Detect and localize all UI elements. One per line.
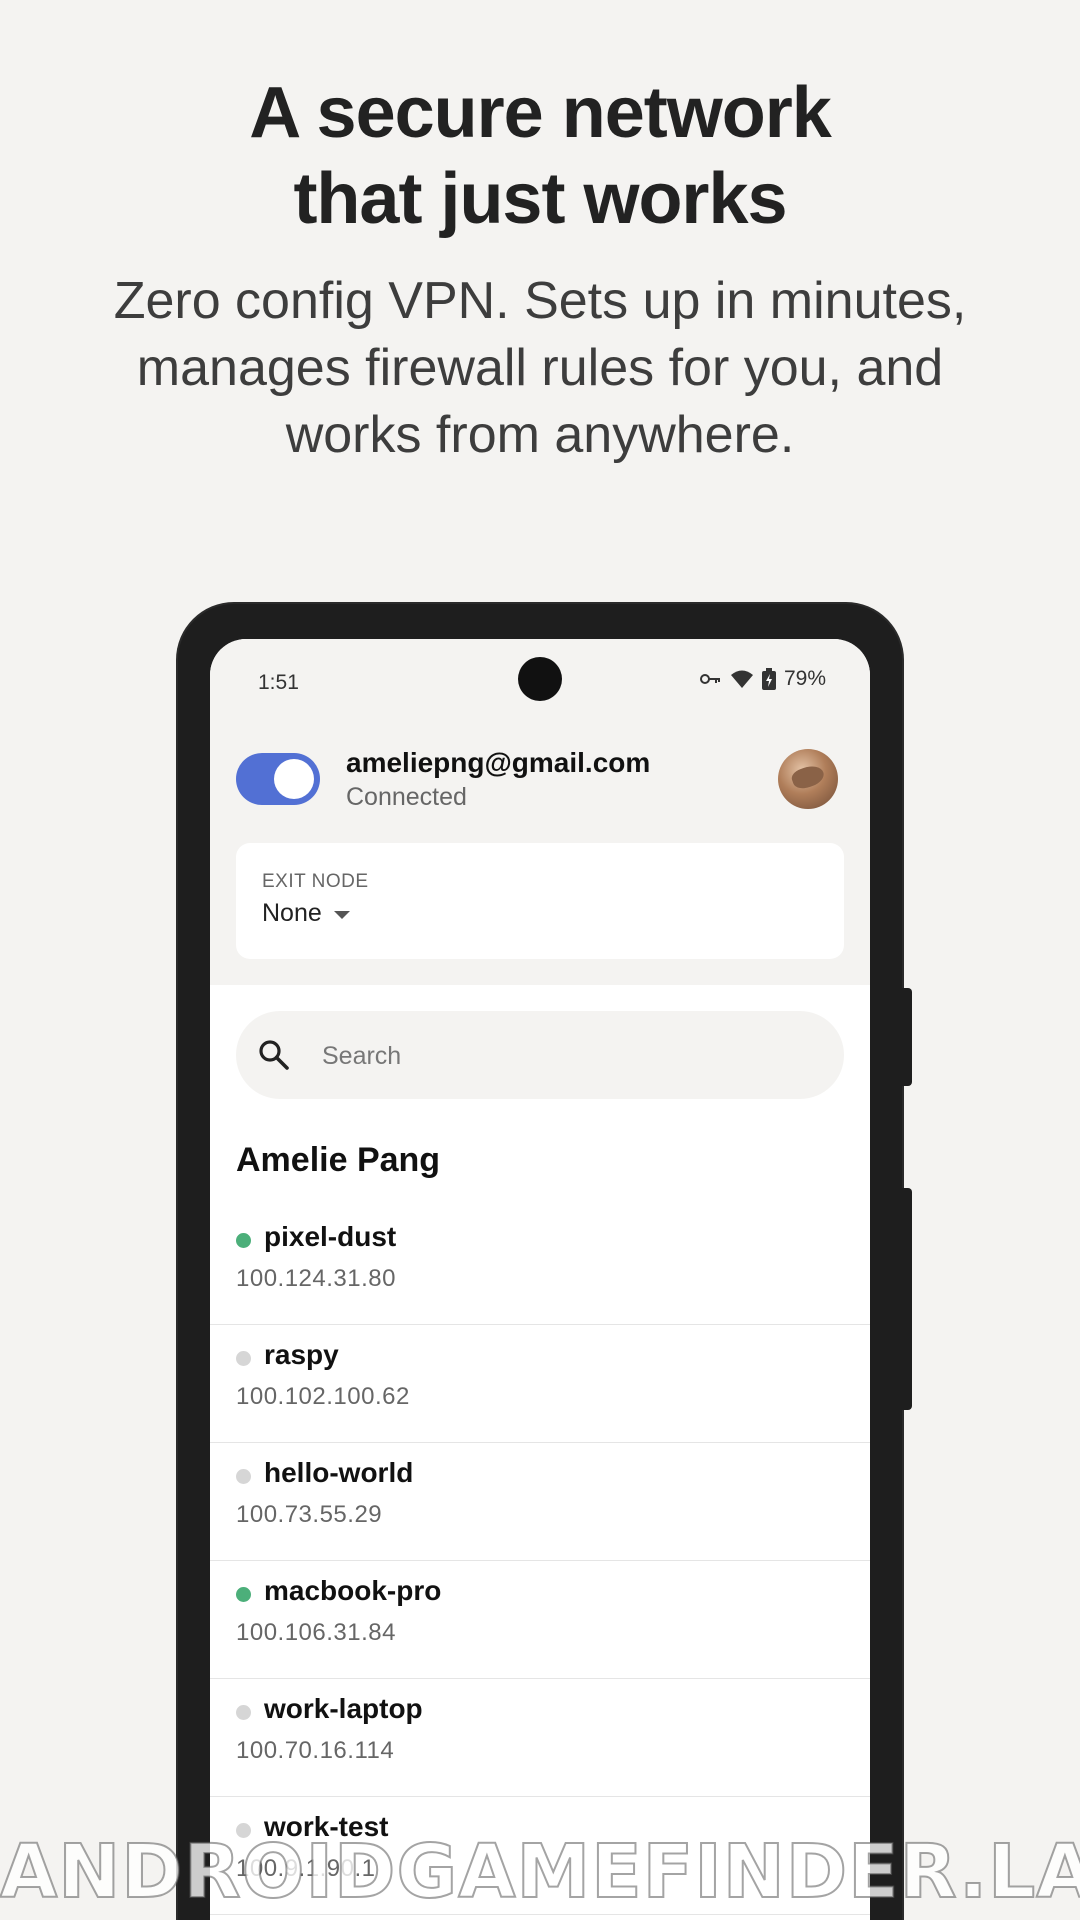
hero-subtitle: Zero config VPN. Sets up in minutes, man… bbox=[70, 268, 1010, 469]
battery-percentage: 79% bbox=[783, 667, 826, 690]
search-input[interactable] bbox=[320, 1033, 824, 1079]
device-name: work-laptop bbox=[264, 1693, 423, 1724]
vpn-toggle[interactable] bbox=[236, 753, 320, 805]
battery-charging-icon bbox=[761, 668, 776, 690]
search-bar[interactable] bbox=[236, 1011, 844, 1099]
device-row[interactable]: hello-world 100.73.55.29 bbox=[210, 1443, 870, 1561]
device-ip: 100.102.100.62 bbox=[236, 1383, 410, 1410]
status-dot bbox=[236, 1233, 251, 1248]
device-owner-heading: Amelie Pang bbox=[236, 1141, 441, 1179]
device-name: raspy bbox=[264, 1339, 339, 1370]
phone-power-button bbox=[900, 988, 912, 1086]
wifi-icon bbox=[730, 669, 754, 689]
app-screen: 1:51 79% ameliepng@gmail.com Connected E… bbox=[210, 639, 870, 1920]
status-dot bbox=[236, 1587, 251, 1602]
avatar[interactable] bbox=[778, 749, 838, 809]
phone-mockup: 1:51 79% ameliepng@gmail.com Connected E… bbox=[178, 604, 912, 1920]
device-name: hello-world bbox=[264, 1457, 414, 1488]
watermark: ANDROIDGAMEFINDER.LAT bbox=[0, 1832, 1080, 1912]
exit-node-dropdown[interactable]: None bbox=[262, 899, 350, 928]
exit-node-selector[interactable]: EXIT NODE None bbox=[236, 843, 844, 959]
hero-title: A secure network that just works bbox=[0, 70, 1080, 242]
device-row[interactable]: macbook-pro 100.106.31.84 bbox=[210, 1561, 870, 1679]
status-bar: 1:51 79% bbox=[210, 639, 870, 719]
hero-title-line-1: A secure network bbox=[249, 73, 832, 153]
hero-subtitle-line-3: works from anywhere. bbox=[285, 406, 795, 464]
status-dot bbox=[236, 1351, 251, 1366]
phone-volume-button bbox=[900, 1188, 912, 1410]
vpn-toggle-knob bbox=[274, 759, 314, 799]
hero-subtitle-line-1: Zero config VPN. Sets up in minutes, bbox=[113, 272, 967, 330]
device-row[interactable]: raspy 100.102.100.62 bbox=[210, 1325, 870, 1443]
search-icon bbox=[258, 1039, 290, 1076]
exit-node-value: None bbox=[262, 899, 322, 927]
status-dot bbox=[236, 1705, 251, 1720]
device-ip: 100.106.31.84 bbox=[236, 1619, 396, 1646]
device-ip: 100.124.31.80 bbox=[236, 1265, 396, 1292]
status-icons: 79% bbox=[699, 667, 826, 691]
account-email: ameliepng@gmail.com bbox=[346, 747, 651, 778]
hero-subtitle-line-2: manages firewall rules for you, and bbox=[136, 339, 944, 397]
device-row[interactable]: pixel-dust 100.124.31.80 bbox=[210, 1207, 870, 1325]
status-dot bbox=[236, 1469, 251, 1484]
chevron-down-icon bbox=[333, 910, 350, 919]
exit-node-label: EXIT NODE bbox=[262, 871, 369, 892]
vpn-key-icon bbox=[699, 672, 722, 686]
connection-status: Connected bbox=[346, 783, 467, 811]
device-ip: 100.73.55.29 bbox=[236, 1501, 383, 1528]
device-name: pixel-dust bbox=[264, 1221, 397, 1252]
status-time: 1:51 bbox=[258, 671, 299, 694]
device-list: pixel-dust 100.124.31.80 raspy 100.102.1… bbox=[210, 1207, 870, 1915]
device-name: macbook-pro bbox=[264, 1575, 442, 1606]
front-camera bbox=[518, 657, 562, 701]
hero-title-line-2: that just works bbox=[293, 159, 787, 239]
device-row[interactable]: work-laptop 100.70.16.114 bbox=[210, 1679, 870, 1797]
device-ip: 100.70.16.114 bbox=[236, 1737, 395, 1764]
